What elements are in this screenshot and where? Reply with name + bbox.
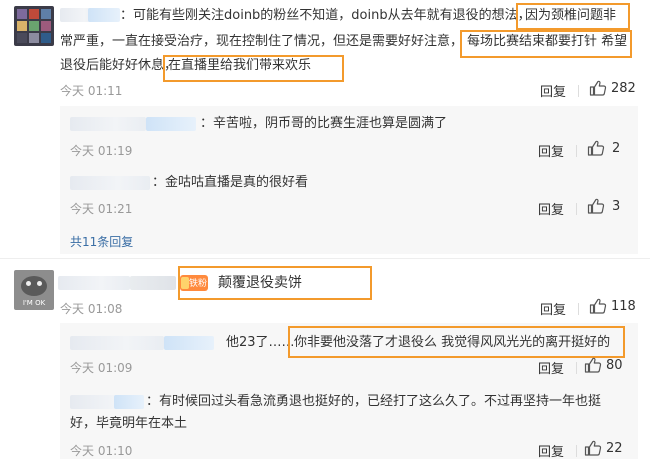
- highlight-box: [516, 3, 630, 30]
- username-blurred[interactable]: [164, 336, 214, 350]
- timestamp: 今天 01:08: [60, 302, 123, 316]
- highlight-box: [163, 55, 344, 82]
- reply-button[interactable]: 回复: [540, 81, 566, 100]
- reply-text: ：金咕咕直播是真的很好看: [152, 175, 309, 190]
- reply-button[interactable]: 回复: [538, 199, 564, 218]
- thumbs-up-icon[interactable]: [584, 440, 602, 456]
- highlight-box: [460, 30, 632, 58]
- thumbs-up-icon[interactable]: [589, 80, 607, 96]
- thumbs-up-icon[interactable]: [587, 198, 605, 214]
- like-count: 3: [612, 199, 621, 214]
- username-blurred[interactable]: [58, 276, 130, 290]
- comment-text: 退役后能好好休息，: [60, 58, 178, 73]
- username-blurred[interactable]: [146, 117, 196, 131]
- timestamp: 今天 01:19: [70, 144, 133, 158]
- highlight-box: [178, 266, 372, 300]
- timestamp: 今天 01:21: [70, 202, 133, 216]
- username-blurred[interactable]: [114, 395, 144, 409]
- comment-text: ：可能有些刚关注doinb的粉丝不知道，doinb从去年就有退役的想法，: [120, 8, 531, 23]
- divider: [578, 303, 579, 315]
- username-blurred[interactable]: [70, 176, 150, 190]
- avatar[interactable]: I'M OK: [14, 270, 54, 310]
- timestamp: 今天 01:10: [70, 444, 133, 458]
- avatar[interactable]: [14, 6, 54, 46]
- timestamp: 今天 01:09: [70, 361, 133, 375]
- divider: [576, 445, 577, 457]
- thumbs-up-icon[interactable]: [584, 357, 602, 373]
- divider: [576, 203, 577, 215]
- divider: [578, 85, 579, 97]
- highlight-box: [288, 326, 625, 358]
- like-count: 118: [611, 299, 636, 314]
- reply-text: ：辛苦啦，阴币哥的比赛生涯也算是圆满了: [200, 116, 448, 131]
- reply-button[interactable]: 回复: [538, 441, 564, 460]
- username-blurred[interactable]: [88, 8, 120, 22]
- more-replies-link[interactable]: 共11条回复: [70, 231, 133, 253]
- avatar-caption: I'M OK: [22, 299, 46, 307]
- reply-button[interactable]: 回复: [540, 299, 566, 318]
- timestamp: 今天 01:11: [60, 84, 123, 98]
- thumbs-up-icon[interactable]: [589, 298, 607, 314]
- divider: [576, 362, 577, 374]
- username-blurred[interactable]: [130, 276, 176, 290]
- username-blurred[interactable]: [70, 336, 164, 350]
- like-count: 282: [611, 81, 636, 96]
- thumbs-up-icon[interactable]: [587, 140, 605, 156]
- like-count: 80: [606, 358, 623, 373]
- reply-text: 他23了……: [226, 335, 295, 350]
- reply-text: 好，毕竟明年在本土: [70, 416, 188, 431]
- divider: [576, 145, 577, 157]
- reply-button[interactable]: 回复: [538, 141, 564, 160]
- reply-text: ：有时候回过头看急流勇退也挺好的，已经打了这么久了。不过再坚持一年也挺: [146, 394, 602, 409]
- username-blurred[interactable]: [70, 117, 146, 131]
- comment-text: 常严重，一直在接受治疗，现在控制住了情况，但还是需要好好注意，: [60, 34, 464, 49]
- like-count: 22: [606, 441, 623, 456]
- reply-button[interactable]: 回复: [538, 358, 564, 377]
- like-count: 2: [612, 141, 621, 156]
- comment-divider: [0, 258, 650, 259]
